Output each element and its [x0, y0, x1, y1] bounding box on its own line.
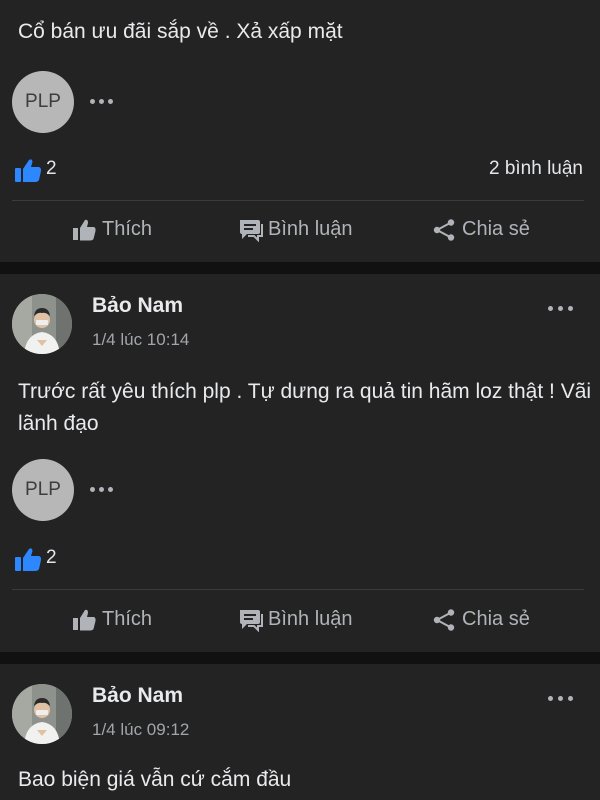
share-icon	[433, 609, 455, 631]
comment-button[interactable]: Bình luận	[238, 598, 368, 642]
more-dots-icon[interactable]	[88, 480, 118, 500]
divider	[12, 589, 584, 590]
like-button[interactable]: Thích	[72, 208, 162, 252]
like-thumb-icon	[73, 219, 96, 241]
post-card-3: Bảo Nam 1/4 lúc 09:12 Bao biện giá vẫn c…	[0, 664, 600, 800]
post-header: Bảo Nam 1/4 lúc 10:14	[0, 274, 600, 354]
like-label: Thích	[102, 608, 153, 630]
page-avatar-plp[interactable]: PLP	[12, 459, 74, 521]
divider	[12, 200, 584, 201]
comment-button[interactable]: Bình luận	[238, 208, 368, 252]
timestamp[interactable]: 1/4 lúc 10:14	[92, 330, 189, 350]
post-text: Cổ bán ưu đãi sắp về . Xả xấp mặt	[18, 20, 343, 43]
like-label: Thích	[102, 218, 153, 240]
like-count: 2	[46, 547, 57, 568]
timestamp[interactable]: 1/4 lúc 09:12	[92, 720, 189, 740]
action-bar: Thích Bình luận Chia sẻ	[0, 208, 600, 252]
comment-icon	[240, 610, 263, 632]
share-button[interactable]: Chia sẻ	[432, 598, 542, 642]
like-thumb-icon	[15, 159, 42, 182]
like-thumb-icon	[73, 609, 96, 631]
like-thumb-icon	[15, 548, 42, 571]
avatar[interactable]	[12, 684, 72, 744]
post-separator	[0, 652, 600, 664]
comment-label: Bình luận	[268, 608, 353, 630]
share-button[interactable]: Chia sẻ	[432, 208, 542, 252]
comment-count[interactable]: 2 bình luận	[489, 158, 583, 180]
share-label: Chia sẻ	[462, 218, 530, 240]
post-card-1: Cổ bán ưu đãi sắp về . Xả xấp mặt PLP 2 …	[0, 0, 600, 262]
more-dots-icon[interactable]	[88, 92, 118, 112]
like-count: 2	[46, 158, 57, 179]
like-button[interactable]: Thích	[72, 598, 162, 642]
author-name[interactable]: Bảo Nam	[92, 684, 183, 708]
more-dots-icon[interactable]	[546, 296, 578, 320]
page-avatar-plp[interactable]: PLP	[12, 71, 74, 133]
comment-label: Bình luận	[268, 218, 353, 240]
post-header: Bảo Nam 1/4 lúc 09:12	[0, 664, 600, 744]
action-bar: Thích Bình luận Chia sẻ	[0, 598, 600, 642]
post-text: Trước rất yêu thích plp . Tự dưng ra quả…	[18, 380, 592, 435]
share-icon	[433, 219, 455, 241]
more-dots-icon[interactable]	[546, 686, 578, 710]
author-name[interactable]: Bảo Nam	[92, 294, 183, 318]
post-card-2: Bảo Nam 1/4 lúc 10:14 Trước rất yêu thíc…	[0, 274, 600, 652]
post-text: Bao biện giá vẫn cứ cắm đầu	[18, 768, 292, 791]
comment-icon	[240, 220, 263, 242]
post-separator	[0, 262, 600, 274]
share-label: Chia sẻ	[462, 608, 530, 630]
avatar[interactable]	[12, 294, 72, 354]
